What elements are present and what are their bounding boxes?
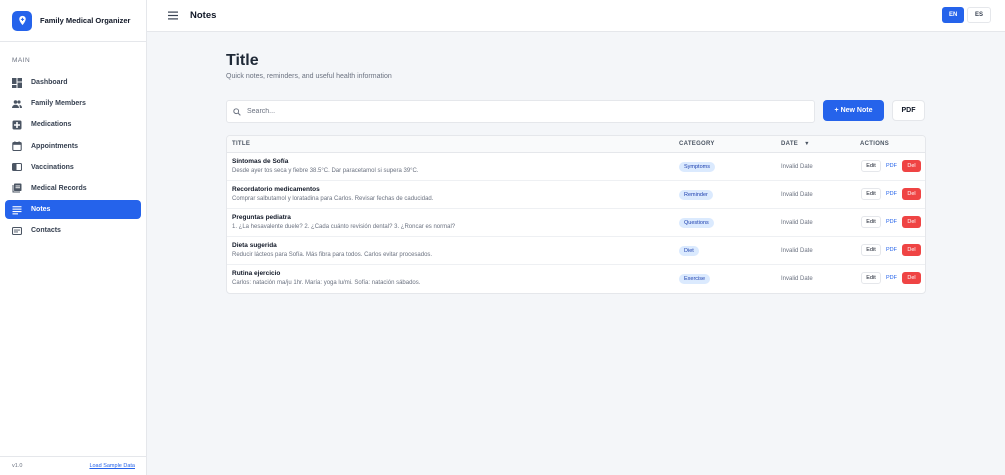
note-title: Síntomas de Sofía <box>232 158 289 165</box>
note-date: Invalid Date <box>781 164 813 170</box>
notes-icon <box>12 205 22 215</box>
sidebar-item-vaccinations[interactable]: Vaccinations <box>5 158 141 177</box>
search-icon <box>233 107 241 116</box>
sidebar-item-medications[interactable]: Medications <box>5 115 141 134</box>
sidebar-item-label: Dashboard <box>31 79 68 86</box>
sidebar-item-label: Family Members <box>31 100 86 108</box>
note-description: 1. ¿La hesavalente duele? 2. ¿Cada cuánt… <box>232 224 456 230</box>
search-box[interactable] <box>226 100 815 123</box>
sidebar: Family Medical Organizer MAIN Dashboard … <box>0 0 147 475</box>
sidebar-item-label: Medications <box>31 121 72 129</box>
note-description: Comprar salbutamol y loratadina para Car… <box>232 196 434 202</box>
note-description: Carlos: natación ma/ju 1hr. María: yoga … <box>232 280 421 286</box>
dashboard-icon <box>12 77 22 88</box>
column-header-title[interactable]: TITLE <box>232 141 250 147</box>
sidebar-item-label: Appointments <box>31 142 79 150</box>
edit-button[interactable]: Edit <box>861 216 881 228</box>
category-badge: Exercise <box>679 274 711 284</box>
sidebar-item-label: Medical Records <box>31 184 87 192</box>
syringe-icon <box>12 162 22 172</box>
column-header-actions: ACTIONS <box>860 141 890 147</box>
note-description: Desde ayer tos seca y fiebre 38.5°C. Dar… <box>232 168 419 174</box>
category-badge: Symptoms <box>679 162 715 172</box>
category-badge: Diet <box>679 246 699 256</box>
sidebar-footer: v1.0 Load Sample Data <box>0 456 147 475</box>
delete-button[interactable]: Del <box>902 244 921 256</box>
language-es-button[interactable]: ES <box>967 7 992 23</box>
edit-button[interactable]: Edit <box>861 272 881 284</box>
category-badge: Questions <box>679 218 714 228</box>
note-date: Invalid Date <box>781 248 813 254</box>
row-pdf-button[interactable]: PDF <box>884 272 899 284</box>
topbar-title: Notes <box>190 10 217 21</box>
sidebar-item-contacts[interactable]: Contacts <box>5 221 141 240</box>
load-sample-data-link[interactable]: Load Sample Data <box>89 463 135 469</box>
edit-button[interactable]: Edit <box>861 188 881 200</box>
medical-plus-icon <box>12 120 22 130</box>
edit-button[interactable]: Edit <box>861 244 881 256</box>
language-en-button[interactable]: EN <box>942 7 965 23</box>
brand[interactable]: Family Medical Organizer <box>0 0 146 42</box>
note-title: Dieta sugerida <box>232 242 277 249</box>
note-date: Invalid Date <box>781 220 813 226</box>
contacts-icon <box>12 226 22 236</box>
export-pdf-button[interactable]: PDF <box>892 100 925 121</box>
table-row[interactable]: Rutina ejercicio Carlos: natación ma/ju … <box>227 265 925 293</box>
table-row[interactable]: Síntomas de Sofía Desde ayer tos seca y … <box>227 153 925 181</box>
sidebar-item-label: Notes <box>31 206 51 214</box>
note-title: Preguntas pediatra <box>232 214 291 221</box>
column-header-date[interactable]: DATE ▼ <box>781 141 810 147</box>
sidebar-item-notes[interactable]: Notes <box>5 200 141 220</box>
delete-button[interactable]: Del <box>902 216 921 228</box>
app-version: v1.0 <box>12 463 23 469</box>
column-header-date-label: DATE <box>781 141 799 147</box>
note-title: Recordatorio medicamentos <box>232 186 320 193</box>
row-pdf-button[interactable]: PDF <box>884 216 899 228</box>
sidebar-item-label: Vaccinations <box>31 163 74 171</box>
sidebar-item-label: Contacts <box>31 227 61 235</box>
page-title: Title <box>226 52 259 69</box>
calendar-icon <box>12 141 22 152</box>
new-note-button[interactable]: + New Note <box>823 100 884 121</box>
note-description: Reducir lácteos para Sofía. Más fibra pa… <box>232 252 433 258</box>
delete-button[interactable]: Del <box>902 272 921 284</box>
nav-section-label: MAIN <box>12 57 31 64</box>
category-badge: Reminder <box>679 190 713 200</box>
sidebar-item-family-members[interactable]: Family Members <box>5 94 141 113</box>
sidebar-item-dashboard[interactable]: Dashboard <box>5 73 141 92</box>
sort-desc-icon: ▼ <box>804 141 810 147</box>
sidebar-item-appointments[interactable]: Appointments <box>5 137 141 156</box>
sidebar-item-medical-records[interactable]: Medical Records <box>5 179 141 198</box>
note-title: Rutina ejercicio <box>232 270 281 277</box>
search-input[interactable] <box>247 108 787 115</box>
notes-table: TITLE CATEGORY DATE ▼ ACTIONS Síntomas d… <box>226 135 926 294</box>
app-title: Family Medical Organizer <box>40 16 131 25</box>
people-icon <box>12 99 22 109</box>
table-header: TITLE CATEGORY DATE ▼ ACTIONS <box>227 136 925 153</box>
edit-button[interactable]: Edit <box>861 160 881 172</box>
note-date: Invalid Date <box>781 192 813 198</box>
table-row[interactable]: Preguntas pediatra 1. ¿La hesavalente du… <box>227 209 925 237</box>
delete-button[interactable]: Del <box>902 160 921 172</box>
hamburger-menu-icon[interactable] <box>167 10 179 22</box>
column-header-category[interactable]: CATEGORY <box>679 141 715 147</box>
page-subtitle: Quick notes, reminders, and useful healt… <box>226 73 392 80</box>
note-date: Invalid Date <box>781 276 813 282</box>
delete-button[interactable]: Del <box>902 188 921 200</box>
row-pdf-button[interactable]: PDF <box>884 160 899 172</box>
records-icon <box>12 183 22 193</box>
row-pdf-button[interactable]: PDF <box>884 244 899 256</box>
row-pdf-button[interactable]: PDF <box>884 188 899 200</box>
table-row[interactable]: Recordatorio medicamentos Comprar salbut… <box>227 181 925 209</box>
topbar: Notes EN ES <box>147 0 1005 32</box>
table-row[interactable]: Dieta sugerida Reducir lácteos para Sofí… <box>227 237 925 265</box>
logo-pin-icon <box>12 10 32 31</box>
sidebar-nav: Dashboard Family Members Medications App… <box>0 73 146 240</box>
